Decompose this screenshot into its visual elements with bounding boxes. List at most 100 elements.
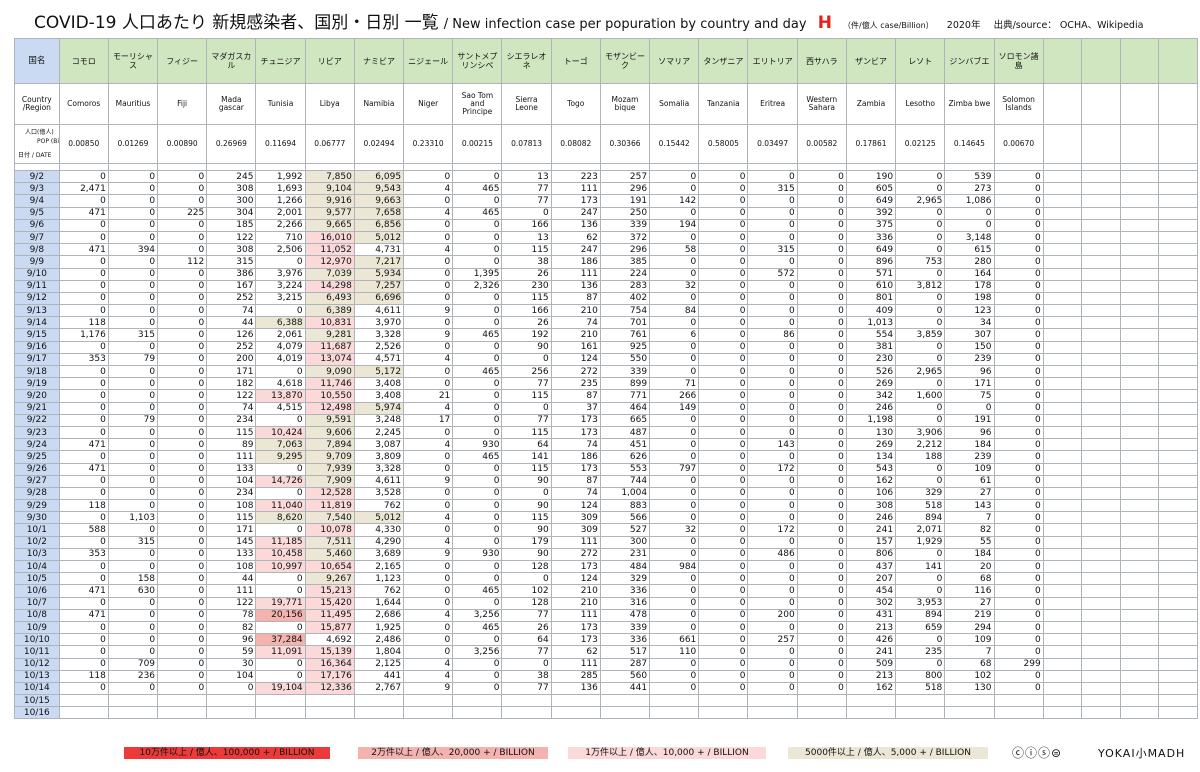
value-cell: 0 xyxy=(993,523,1044,537)
value-cell: 0 xyxy=(698,584,749,598)
population-value: 0.00215 xyxy=(452,124,503,164)
value-cell xyxy=(993,706,1044,720)
value-cell: 308 xyxy=(845,499,897,513)
value-cell xyxy=(747,706,798,720)
empty-cell xyxy=(1081,694,1121,708)
value-cell: 0 xyxy=(452,511,503,525)
date-cell: 9/30 xyxy=(14,511,60,525)
value-cell: 0 xyxy=(698,255,749,269)
value-cell: 0 xyxy=(796,328,847,342)
value-cell: 0 xyxy=(649,547,700,562)
value-cell xyxy=(255,694,306,708)
value-cell: 605 xyxy=(845,182,897,196)
value-cell: 122 xyxy=(206,230,257,245)
value-cell: 0 xyxy=(58,255,109,269)
value-cell: 0 xyxy=(796,194,847,208)
value-cell: 0 xyxy=(698,572,749,586)
date-cell: 9/20 xyxy=(14,389,60,403)
value-cell: 9 xyxy=(403,681,454,696)
value-cell: 0 xyxy=(796,425,847,440)
value-cell: 115 xyxy=(206,511,257,525)
value-cell: 0 xyxy=(452,352,503,367)
date-cell: 9/12 xyxy=(14,291,60,306)
value-cell: 37 xyxy=(550,401,601,415)
value-cell: 90 xyxy=(501,474,552,488)
empty-cell xyxy=(1042,486,1083,501)
value-cell: 111 xyxy=(206,450,257,464)
empty-cell xyxy=(1158,194,1198,208)
value-cell: 245 xyxy=(206,169,257,184)
value-cell: 2,526 xyxy=(353,340,405,354)
value-cell: 2,125 xyxy=(353,657,405,671)
value-cell: 0 xyxy=(698,377,749,391)
country-name-en: Comoros xyxy=(58,83,109,125)
empty-cell xyxy=(1042,450,1083,464)
value-cell: 0 xyxy=(157,438,208,452)
empty-cell xyxy=(1081,316,1121,330)
value-cell: 0 xyxy=(993,364,1044,379)
value-cell: 0 xyxy=(895,657,946,671)
value-cell: 0 xyxy=(452,523,503,537)
value-cell: 0 xyxy=(649,669,700,683)
value-cell: 122 xyxy=(206,389,257,403)
value-cell: 0 xyxy=(649,608,700,622)
value-cell: 339 xyxy=(599,364,651,379)
value-cell: 0 xyxy=(649,438,700,452)
value-cell: 0 xyxy=(157,511,208,525)
table-row: 10/4 0 0 0 108 10,997 10,654 2,165 0 0 128 173 484 98… xyxy=(14,559,1198,574)
value-cell: 130 xyxy=(944,681,995,696)
value-cell: 0 xyxy=(698,364,749,379)
value-cell: 6,696 xyxy=(353,291,405,306)
empty-cell xyxy=(1158,291,1198,306)
value-cell: 0 xyxy=(58,401,109,415)
value-cell: 210 xyxy=(550,328,601,342)
value-cell: 124 xyxy=(550,572,601,586)
value-cell: 200 xyxy=(747,608,798,622)
value-cell: 109 xyxy=(944,462,995,476)
value-cell: 7,909 xyxy=(304,474,355,488)
value-cell xyxy=(58,706,109,720)
empty-cell xyxy=(1081,608,1121,622)
country-name-en: Western Sahara xyxy=(796,83,847,125)
value-cell: 2,165 xyxy=(353,559,405,574)
empty-cell xyxy=(1081,681,1121,696)
value-cell: 0 xyxy=(895,291,946,306)
value-cell: 316 xyxy=(599,596,651,610)
value-cell: 190 xyxy=(845,169,897,184)
value-cell: 234 xyxy=(206,413,257,427)
value-cell: 115 xyxy=(501,462,552,476)
value-cell: 0 xyxy=(796,681,847,696)
value-cell: 11,091 xyxy=(255,645,306,659)
value-cell: 296 xyxy=(599,243,651,257)
value-cell: 539 xyxy=(944,169,995,184)
value-cell: 0 xyxy=(107,255,159,269)
country-name-en: Sierra Leone xyxy=(501,83,552,125)
value-cell: 294 xyxy=(944,620,995,635)
value-cell: 0 xyxy=(649,535,700,549)
value-cell: 0 xyxy=(993,169,1044,184)
value-cell: 0 xyxy=(452,425,503,440)
value-cell: 191 xyxy=(944,413,995,427)
empty-cell xyxy=(1158,377,1198,391)
empty-cell xyxy=(1158,681,1198,696)
value-cell: 0 xyxy=(452,681,503,696)
value-cell: 0 xyxy=(157,413,208,427)
value-cell: 894 xyxy=(895,608,946,622)
date-cell: 9/7 xyxy=(14,230,60,245)
value-cell: 0 xyxy=(796,255,847,269)
value-cell: 8,620 xyxy=(255,511,306,525)
value-cell: 0 xyxy=(403,364,454,379)
date-cell: 9/21 xyxy=(14,401,60,415)
value-cell: 465 xyxy=(452,620,503,635)
value-cell: 315 xyxy=(747,182,798,196)
value-cell: 186 xyxy=(550,450,601,464)
value-cell: 74 xyxy=(550,486,601,501)
value-cell: 0 xyxy=(107,340,159,354)
value-cell: 1,103 xyxy=(107,511,159,525)
empty-cell xyxy=(1042,499,1083,513)
value-cell: 90 xyxy=(501,340,552,354)
date-cell: 10/11 xyxy=(14,645,60,659)
value-cell: 0 xyxy=(993,279,1044,293)
value-cell: 0 xyxy=(58,364,109,379)
empty-cell xyxy=(1081,499,1121,513)
